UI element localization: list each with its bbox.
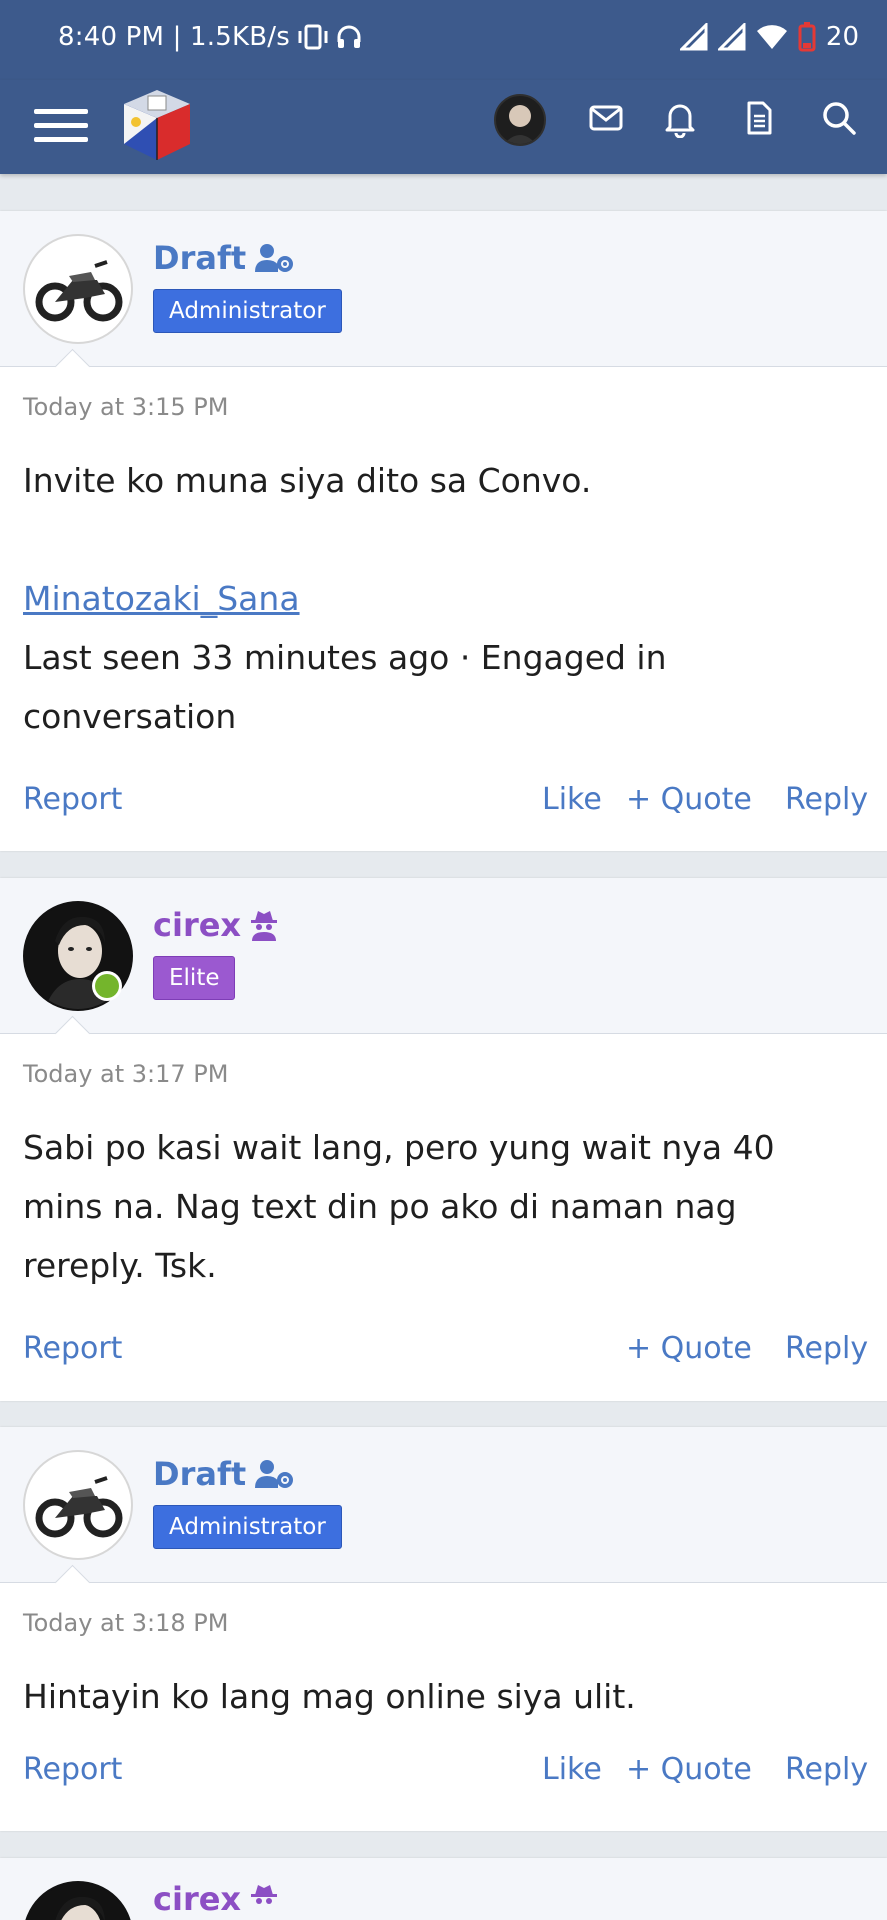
top-navbar xyxy=(0,80,887,174)
menu-icon[interactable] xyxy=(34,98,88,152)
role-badge: Administrator xyxy=(153,289,342,333)
post-actions: Report Like + Quote Reply xyxy=(0,768,887,854)
wifi-icon xyxy=(756,25,787,49)
search-icon[interactable] xyxy=(819,98,859,138)
post-text-2: Last seen 33 minutes ago · Engaged in co… xyxy=(23,638,667,736)
avatar-motorcycle[interactable] xyxy=(23,234,133,344)
admin-gear-icon xyxy=(255,1460,294,1488)
headphones-icon xyxy=(337,25,361,48)
status-right: 20 xyxy=(679,22,859,52)
post-actions: Report + Quote Reply xyxy=(0,1317,887,1403)
post-text: Hintayin ko lang mag online siya ulit. xyxy=(23,1677,636,1716)
post-cirex-1: cirex Elite Today at 3:17 PM Sabi po kas… xyxy=(0,878,887,1401)
username[interactable]: Draft xyxy=(153,1455,294,1493)
post-date[interactable]: Today at 3:17 PM xyxy=(23,1060,864,1088)
vibrate-icon xyxy=(298,24,328,50)
username[interactable]: cirex xyxy=(153,906,279,944)
mention-link[interactable]: Minatozaki_Sana xyxy=(23,569,864,628)
username[interactable]: cirex xyxy=(153,1880,279,1918)
role-badge: Administrator xyxy=(153,1505,342,1549)
user-avatar[interactable] xyxy=(494,94,546,146)
post-header: cirex xyxy=(0,1858,887,1920)
like-button[interactable]: Like xyxy=(542,1752,602,1787)
post-cirex-2: cirex xyxy=(0,1858,887,1920)
report-button[interactable]: Report xyxy=(23,1331,122,1366)
bell-icon[interactable] xyxy=(660,98,700,138)
mail-icon[interactable] xyxy=(586,98,626,138)
signal-icon xyxy=(679,23,708,51)
like-button[interactable]: Like xyxy=(542,782,602,817)
reply-button[interactable]: Reply xyxy=(785,782,868,817)
post-date[interactable]: Today at 3:18 PM xyxy=(23,1609,864,1637)
post-header: cirex Elite xyxy=(0,878,887,1052)
online-status-icon xyxy=(92,971,122,1001)
post-date[interactable]: Today at 3:15 PM xyxy=(23,393,864,421)
admin-gear-icon xyxy=(255,244,294,272)
document-icon[interactable] xyxy=(739,98,779,138)
battery-level: 20 xyxy=(825,22,859,52)
site-logo[interactable] xyxy=(118,84,196,164)
quote-button[interactable]: + Quote xyxy=(626,1752,752,1787)
quote-button[interactable]: + Quote xyxy=(626,782,752,817)
post-draft-1: Draft Administrator Today at 3:15 PM Inv… xyxy=(0,211,887,851)
post-text: Invite ko muna siya dito sa Convo. xyxy=(23,461,592,500)
signal-icon-2 xyxy=(717,23,746,51)
elite-spy-icon xyxy=(251,911,278,941)
post-draft-2: Draft Administrator Today at 3:18 PM Hin… xyxy=(0,1427,887,1831)
avatar-man[interactable] xyxy=(23,1881,133,1920)
role-badge: Elite xyxy=(153,956,236,1000)
username[interactable]: Draft xyxy=(153,239,294,277)
status-bar: 8:40 PM | 1.5KB/s 20 xyxy=(0,0,887,80)
report-button[interactable]: Report xyxy=(23,1752,122,1787)
quote-button[interactable]: + Quote xyxy=(626,1331,752,1366)
reply-button[interactable]: Reply xyxy=(785,1752,868,1787)
post-text: Sabi po kasi wait lang, pero yung wait n… xyxy=(23,1128,775,1285)
post-actions: Report Like + Quote Reply xyxy=(0,1738,887,1824)
report-button[interactable]: Report xyxy=(23,782,122,817)
avatar-motorcycle[interactable] xyxy=(23,1450,133,1560)
battery-icon xyxy=(798,22,816,52)
post-header: Draft Administrator xyxy=(0,211,887,385)
elite-spy-icon xyxy=(251,1885,278,1904)
status-time-speed: 8:40 PM | 1.5KB/s xyxy=(58,22,362,52)
post-header: Draft Administrator xyxy=(0,1427,887,1601)
reply-button[interactable]: Reply xyxy=(785,1331,868,1366)
